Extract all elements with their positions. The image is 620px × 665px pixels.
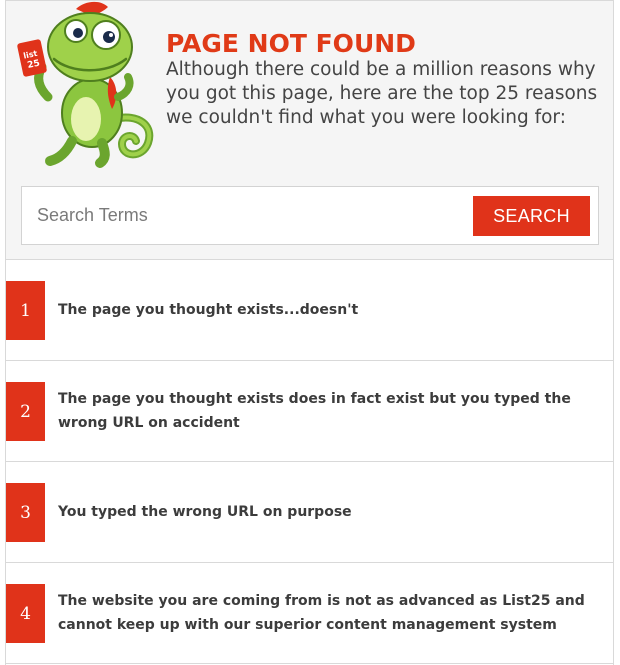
list-item: 4 The website you are coming from is not… — [6, 563, 613, 664]
chameleon-mascot-icon: list 25 — [17, 1, 154, 168]
reasons-list: 1 The page you thought exists...doesn't … — [6, 260, 613, 664]
intro-text: Although there could be a million reason… — [166, 59, 598, 128]
reason-text: The page you thought exists does in fact… — [58, 391, 571, 431]
reason-text: The page you thought exists...doesn't — [58, 302, 359, 318]
reason-text: You typed the wrong URL on purpose — [58, 504, 352, 520]
reason-number-badge: 1 — [6, 281, 45, 340]
reason-number-badge: 4 — [6, 584, 45, 643]
reason-number-badge: 2 — [6, 382, 45, 441]
list-item: 3 You typed the wrong URL on purpose — [6, 462, 613, 563]
reason-number-badge: 3 — [6, 483, 45, 542]
search-input[interactable] — [23, 188, 463, 243]
search-button[interactable]: SEARCH — [473, 196, 590, 236]
list-item: 2 The page you thought exists does in fa… — [6, 361, 613, 462]
list-item: 1 The page you thought exists...doesn't — [6, 260, 613, 361]
page-container: list 25 PAGE NOT FOUND Although there co… — [5, 0, 614, 665]
reason-text: The website you are coming from is not a… — [58, 593, 585, 633]
page-title: PAGE NOT FOUND — [166, 29, 416, 58]
search-bar: SEARCH — [21, 186, 599, 245]
page-header: list 25 PAGE NOT FOUND Although there co… — [6, 0, 613, 260]
